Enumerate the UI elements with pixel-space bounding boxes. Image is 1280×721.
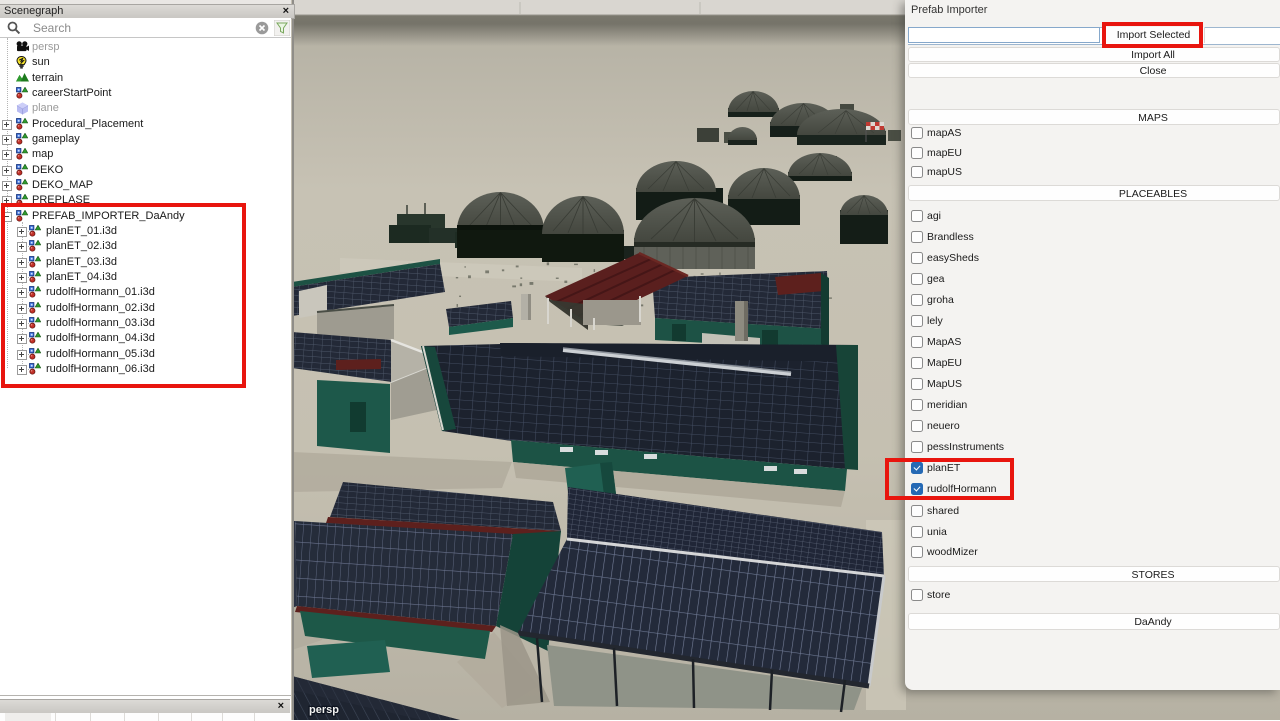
svg-text:persp: persp bbox=[309, 704, 339, 716]
